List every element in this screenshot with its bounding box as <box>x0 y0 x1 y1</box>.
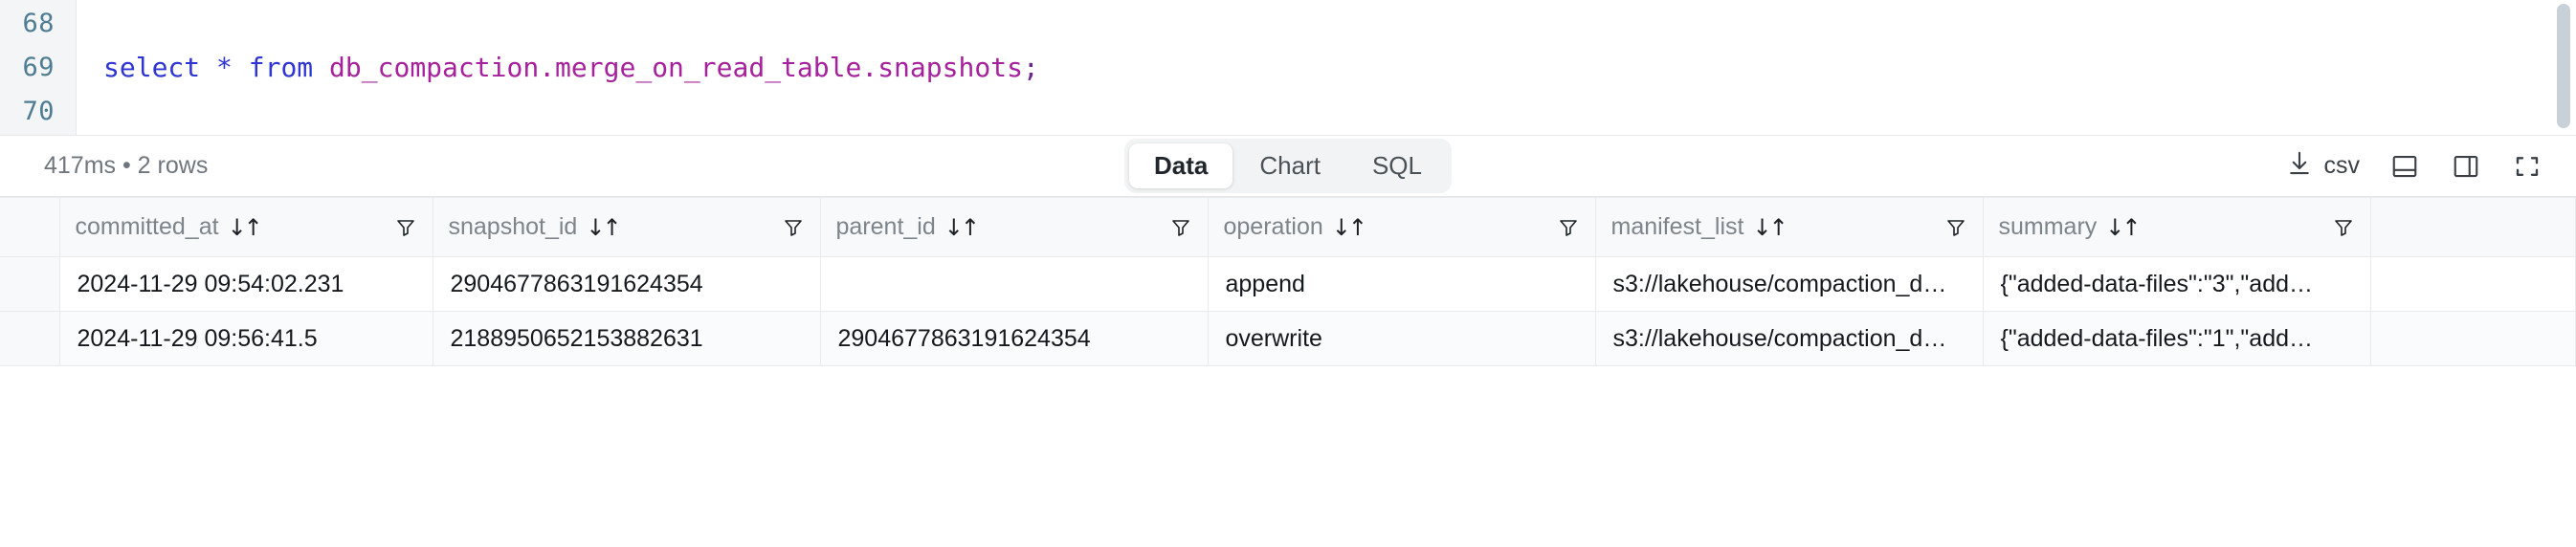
cell-manifest-list[interactable]: s3://lakehouse/compaction_d… <box>1595 311 1984 366</box>
sort-icon[interactable]: ↓↑ <box>1752 214 1788 241</box>
results-grid-container[interactable]: committed_at ↓↑ snapshot_id ↓↑ parent_id… <box>0 197 2576 547</box>
sql-token-plain <box>233 52 249 83</box>
column-header-label[interactable]: committed_at ↓↑ <box>75 213 263 241</box>
cell-operation[interactable]: overwrite <box>1208 311 1596 366</box>
cell-summary[interactable]: {"added-data-files":"3","add… <box>1983 256 2371 312</box>
column-header-operation[interactable]: operation ↓↑ <box>1208 197 1596 257</box>
editor-line-number-gutter: 68 69 70 <box>0 0 77 135</box>
sql-token-identifier: . <box>861 52 878 83</box>
sort-icon[interactable]: ↓↑ <box>944 214 980 241</box>
column-header-label[interactable]: summary ↓↑ <box>1998 213 2142 241</box>
cell-parent-id[interactable]: 2904677863191624354 <box>820 311 1209 366</box>
sql-token-plain <box>313 52 329 83</box>
column-name-text: committed_at <box>75 213 219 240</box>
editor-code-area[interactable]: select * from db_compaction.merge_on_rea… <box>77 0 2576 135</box>
table-row[interactable]: 2024-11-29 09:56:41.5 218895065215388263… <box>0 311 2576 366</box>
code-line-sql-69[interactable]: select * from db_compaction.merge_on_rea… <box>77 46 2576 90</box>
column-name-text: snapshot_id <box>448 213 578 240</box>
results-toolbar: 417ms • 2 rows Data Chart SQL csv <box>0 136 2576 197</box>
column-name-text: operation <box>1223 213 1323 240</box>
cell-parent-id[interactable] <box>820 256 1209 312</box>
sql-editor-pane[interactable]: 68 69 70 select * from db_compaction.mer… <box>0 0 2576 136</box>
line-number: 68 <box>22 9 55 38</box>
tab-sql[interactable]: SQL <box>1347 143 1447 188</box>
sql-token-identifier: db_compaction <box>329 52 540 83</box>
fullscreen-icon[interactable] <box>2511 150 2543 183</box>
table-row[interactable]: 2024-11-29 09:54:02.231 2904677863191624… <box>0 256 2576 312</box>
row-number-header <box>0 197 60 257</box>
column-header-label[interactable]: parent_id ↓↑ <box>835 213 980 241</box>
cell-filler <box>2370 311 2576 366</box>
filter-icon[interactable] <box>394 216 417 239</box>
filter-icon[interactable] <box>1169 216 1192 239</box>
scrollbar-thumb[interactable] <box>2557 4 2570 128</box>
split-vertical-icon[interactable] <box>2450 150 2482 183</box>
sql-token-identifier: . <box>539 52 556 83</box>
cell-snapshot-id[interactable]: 2188950652153882631 <box>433 311 821 366</box>
results-table-header: committed_at ↓↑ snapshot_id ↓↑ parent_id… <box>0 197 2576 257</box>
header-row: committed_at ↓↑ snapshot_id ↓↑ parent_id… <box>0 197 2576 257</box>
sort-icon[interactable]: ↓↑ <box>1332 214 1367 241</box>
filter-icon[interactable] <box>1557 216 1580 239</box>
column-header-label[interactable]: operation ↓↑ <box>1223 213 1367 241</box>
cell-manifest-list[interactable]: s3://lakehouse/compaction_d… <box>1595 256 1984 312</box>
sql-token-identifier: snapshots <box>877 52 1023 83</box>
filter-icon[interactable] <box>2332 216 2355 239</box>
row-number-cell <box>0 311 60 366</box>
split-horizontal-icon[interactable] <box>2388 150 2421 183</box>
sql-token-keyword: from <box>248 52 314 83</box>
column-header-snapshot-id[interactable]: snapshot_id ↓↑ <box>433 197 821 257</box>
sql-token-identifier: merge_on_read_table <box>555 52 862 83</box>
results-table-body: 2024-11-29 09:54:02.231 2904677863191624… <box>0 256 2576 366</box>
tab-chart[interactable]: Chart <box>1234 143 1345 188</box>
cell-snapshot-id[interactable]: 2904677863191624354 <box>433 256 821 312</box>
column-header-filler <box>2370 197 2576 257</box>
code-line-empty-70[interactable] <box>77 90 2576 134</box>
cell-summary[interactable]: {"added-data-files":"1","add… <box>1983 311 2371 366</box>
sort-icon[interactable]: ↓↑ <box>2105 214 2141 241</box>
toolbar-actions: csv <box>2285 149 2544 183</box>
export-csv-label: csv <box>2323 152 2361 179</box>
editor-vertical-scrollbar[interactable] <box>2557 4 2570 132</box>
sort-icon[interactable]: ↓↑ <box>228 214 263 241</box>
code-line-empty-68[interactable] <box>77 2 2576 46</box>
cell-committed-at[interactable]: 2024-11-29 09:56:41.5 <box>59 311 433 366</box>
column-header-manifest-list[interactable]: manifest_list ↓↑ <box>1595 197 1984 257</box>
tab-data[interactable]: Data <box>1129 143 1233 188</box>
query-status-text: 417ms • 2 rows <box>44 152 209 179</box>
cell-committed-at[interactable]: 2024-11-29 09:54:02.231 <box>59 256 433 312</box>
filter-icon[interactable] <box>1944 216 1967 239</box>
result-view-tabs[interactable]: Data Chart SQL <box>1124 139 1452 193</box>
column-name-text: summary <box>1998 213 2098 240</box>
sort-icon[interactable]: ↓↑ <box>586 214 621 241</box>
cell-operation[interactable]: append <box>1208 256 1596 312</box>
row-number-cell <box>0 256 60 312</box>
column-header-label[interactable]: manifest_list ↓↑ <box>1610 213 1788 241</box>
column-name-text: manifest_list <box>1610 213 1744 240</box>
results-table: committed_at ↓↑ snapshot_id ↓↑ parent_id… <box>0 197 2576 366</box>
column-header-committed-at[interactable]: committed_at ↓↑ <box>59 197 433 257</box>
sql-token-plain <box>200 52 216 83</box>
column-header-summary[interactable]: summary ↓↑ <box>1983 197 2371 257</box>
export-csv-button[interactable]: csv <box>2285 149 2361 183</box>
filter-icon[interactable] <box>782 216 805 239</box>
sql-token-keyword: select <box>103 52 201 83</box>
line-number: 69 <box>22 53 55 82</box>
column-name-text: parent_id <box>835 213 936 240</box>
column-header-parent-id[interactable]: parent_id ↓↑ <box>820 197 1209 257</box>
sql-token-punctuation: ; <box>1022 52 1039 83</box>
sql-token-operator: * <box>216 52 233 83</box>
download-icon <box>2285 149 2314 183</box>
cell-filler <box>2370 256 2576 312</box>
line-number: 70 <box>22 97 55 126</box>
column-header-label[interactable]: snapshot_id ↓↑ <box>448 213 622 241</box>
